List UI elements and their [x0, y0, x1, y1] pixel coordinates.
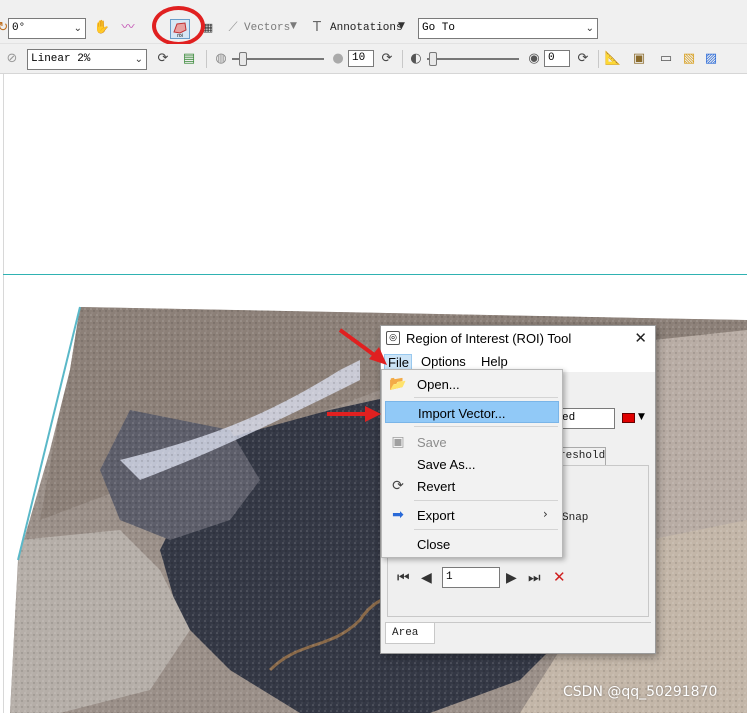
roi-window-titlebar: ◎ Region of Interest (ROI) Tool ✕	[381, 326, 655, 352]
menu-separator	[414, 397, 558, 398]
main-toolbar: ↻ 0° ⌄ ✋ 〰 ⋮ roi ▦ ⟋ Vectors ▼ T Annotat…	[0, 0, 747, 44]
menu-item-label: Import Vector...	[418, 406, 506, 421]
record-number-input[interactable]: 1	[442, 567, 500, 588]
transparency-high-icon: ◉	[528, 51, 540, 66]
refresh-icon[interactable]: ⟳	[154, 50, 172, 68]
chevron-down-icon: ⌄	[134, 54, 143, 65]
first-record-icon[interactable]: ⏮	[397, 570, 410, 586]
menu-item-import-vector[interactable]: Import Vector...	[385, 401, 559, 423]
menu-item-label: Close	[417, 537, 451, 552]
cyan-guide-line	[3, 274, 747, 275]
delete-icon[interactable]: ✕	[553, 568, 566, 586]
chevron-down-icon: ⌄	[73, 23, 82, 34]
annotations-icon[interactable]: T	[308, 19, 326, 37]
separator	[598, 50, 599, 68]
close-icon[interactable]: ✕	[634, 329, 647, 347]
menu-item-label: Export	[417, 508, 455, 523]
save-icon: ▣	[391, 434, 405, 450]
reset-icon[interactable]: ⊘	[3, 50, 21, 68]
refresh-icon[interactable]: ⟳	[574, 50, 592, 68]
annotation-arrow-import	[327, 406, 381, 422]
brightness-low-icon: ◍	[215, 51, 227, 66]
color-chevron-icon[interactable]: ▼	[638, 412, 645, 422]
transparency-input[interactable]: 0	[544, 50, 570, 67]
menu-item-open[interactable]: 📂 Open...	[385, 373, 559, 395]
goto-dropdown[interactable]: Go To ⌄	[418, 18, 598, 39]
stretch-value: Linear 2%	[31, 53, 91, 65]
snap-label: Snap	[562, 512, 589, 524]
menu-options[interactable]: Options	[421, 354, 466, 369]
rotation-dropdown[interactable]: 0° ⌄	[8, 18, 86, 39]
display-toolbar: ⊘ Linear 2% ⌄ ⟳ ▤ ◍ ● 10 ⟳ ◐ ◉ 0 ⟳ 📐 ▣ ▭…	[0, 44, 747, 74]
menu-item-label: Save	[417, 435, 447, 450]
menu-separator	[414, 500, 558, 501]
menu-separator	[414, 529, 558, 530]
stretch-dropdown[interactable]: Linear 2% ⌄	[27, 49, 147, 70]
goto-value: Go To	[422, 22, 456, 34]
histogram-icon[interactable]: ▤	[180, 50, 198, 68]
area-tab[interactable]: Area	[385, 622, 435, 644]
layer-gray-icon[interactable]: ▭	[657, 50, 675, 68]
separator	[206, 50, 207, 68]
menu-item-close[interactable]: Close	[385, 533, 559, 555]
menu-item-label: Open...	[417, 377, 460, 392]
roi-name-field[interactable]: ed	[559, 408, 615, 429]
image-icon[interactable]: ▣	[630, 50, 648, 68]
menu-item-save[interactable]: ▣ Save	[385, 431, 559, 453]
brightness-input[interactable]: 10	[348, 50, 374, 67]
rotation-value: 0°	[12, 22, 26, 34]
threshold-tab-label: reshold	[559, 450, 606, 462]
profile-wave-icon[interactable]: 〰	[119, 19, 137, 37]
threshold-tab[interactable]: reshold	[556, 447, 606, 465]
submenu-chevron-icon: ›	[543, 507, 548, 521]
transparency-slider-track[interactable]	[427, 58, 519, 60]
revert-icon: ⟳	[392, 478, 404, 494]
file-dropdown-menu: 📂 Open... Import Vector... ▣ Save Save A…	[381, 369, 563, 558]
menu-item-label: Revert	[417, 479, 456, 494]
vectors-button-label[interactable]: Vectors	[244, 22, 290, 34]
transparency-low-icon: ◐	[410, 51, 422, 66]
roi-window-title: Region of Interest (ROI) Tool	[406, 331, 572, 346]
layer-stack-icon[interactable]: ▧	[680, 50, 698, 68]
menu-item-export[interactable]: ➡ Export ›	[385, 504, 559, 526]
menu-separator	[414, 426, 558, 427]
menu-help[interactable]: Help	[481, 354, 508, 369]
highlight-circle	[152, 6, 205, 46]
separator	[402, 50, 403, 68]
watermark: CSDN @qq_50291870	[563, 684, 718, 700]
last-record-icon[interactable]: ⏭	[528, 570, 541, 586]
menu-item-save-as[interactable]: Save As...	[385, 453, 559, 475]
ruler-icon[interactable]: 📐	[604, 50, 622, 68]
vectors-icon[interactable]: ⟋	[224, 19, 242, 37]
export-icon: ➡	[392, 507, 404, 523]
annotation-arrow-file	[338, 328, 387, 365]
pan-hand-icon[interactable]: ✋	[93, 19, 111, 37]
next-icon[interactable]: ▶	[506, 570, 517, 586]
area-tab-label: Area	[392, 627, 419, 639]
layer-blue-icon[interactable]: ▨	[702, 50, 720, 68]
annotations-chevron-icon[interactable]: ▼	[398, 21, 405, 31]
annotations-button-label[interactable]: Annotations	[330, 22, 403, 34]
transparency-slider-thumb[interactable]	[429, 52, 437, 66]
previous-icon[interactable]: ◀	[421, 570, 432, 586]
roi-color-swatch[interactable]	[622, 413, 635, 423]
folder-open-icon: 📂	[389, 376, 407, 392]
chevron-down-icon: ⌄	[585, 23, 594, 34]
menu-item-revert[interactable]: ⟳ Revert	[385, 475, 559, 497]
menu-item-label: Save As...	[417, 457, 476, 472]
brightness-slider-thumb[interactable]	[239, 52, 247, 66]
brightness-high-icon: ●	[332, 51, 344, 66]
vectors-chevron-icon[interactable]: ▼	[290, 21, 297, 31]
refresh-icon[interactable]: ⟳	[378, 50, 396, 68]
